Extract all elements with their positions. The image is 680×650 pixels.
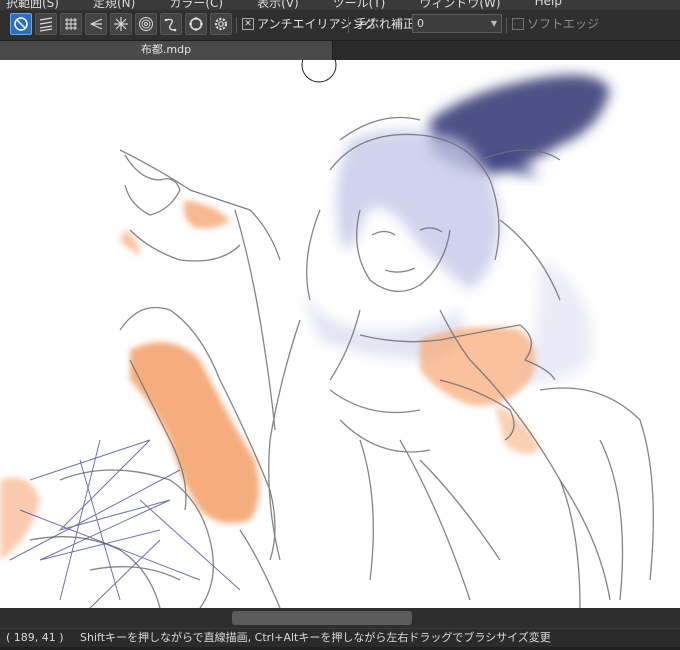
menu-bar: 択範囲(S) 定規(N) カラー(C) 表示(V) ツール(T) ウィンドウ(W… [0,0,680,10]
concentric-snap-button[interactable] [135,13,157,35]
grid-snap-button[interactable] [60,13,82,35]
radial-snap-button[interactable] [110,13,132,35]
stabilizer-value: 0 [417,17,424,30]
radial-lines-icon [114,17,128,31]
toolbar-separator [348,17,349,33]
menu-selection[interactable]: 択範囲(S) [0,0,59,10]
menu-help[interactable]: Help [529,0,562,10]
menu-tool[interactable]: ツール(T) [327,0,386,10]
document-tab[interactable]: 布都.mdp [0,41,333,60]
menu-window[interactable]: ウィンドウ(W) [413,0,500,10]
parallel-snap-button[interactable] [35,13,57,35]
soft-edge-checkbox[interactable] [512,18,524,30]
toolbar-separator [506,17,507,33]
menu-color[interactable]: カラー(C) [163,0,223,10]
concentric-icon [139,17,153,31]
circle-ruler-button[interactable] [185,13,207,35]
scrollbar-thumb[interactable] [232,611,412,625]
antialias-checkbox[interactable]: ✕ [242,18,254,30]
hatch-lines-icon [39,17,53,32]
toolbar-separator [236,17,237,33]
curve-snap-button[interactable] [160,13,182,35]
tool-options-bar: ✕ アンチエイリアシング 手ぶれ補正 0 ▼ ソフトエッジ [0,10,680,41]
circle-ruler-icon [189,17,203,31]
snap-off-button[interactable] [10,13,32,35]
stabilizer-label: 手ぶれ補正 [355,17,416,31]
menu-view[interactable]: 表示(V) [251,0,299,10]
horizontal-scrollbar[interactable] [0,608,680,628]
circle-slash-icon [14,17,28,31]
curve-icon [164,18,177,32]
status-message: Shiftキーを押しながらで直線描画, Ctrl+Altキーを押しながら左右ドラ… [80,631,551,644]
perspective-snap-button[interactable] [85,13,107,35]
menu-ruler[interactable]: 定規(N) [87,0,135,10]
brush-cursor [301,60,337,83]
document-tab-strip: 布都.mdp [0,41,680,60]
perspective-icon [90,18,103,30]
cursor-coordinates: ( 189, 41 ) [6,631,64,644]
drawing-canvas[interactable] [0,60,680,608]
soft-edge-label: ソフトエッジ [527,17,600,31]
stabilizer-select[interactable]: 0 ▼ [412,14,502,33]
snap-settings-button[interactable] [210,13,232,35]
artwork [0,60,654,608]
chevron-down-icon: ▼ [490,19,497,28]
grid-icon [65,18,77,30]
status-bar: ( 189, 41 ) Shiftキーを押しながらで直線描画, Ctrl+Alt… [0,628,680,650]
gear-icon [214,17,228,31]
